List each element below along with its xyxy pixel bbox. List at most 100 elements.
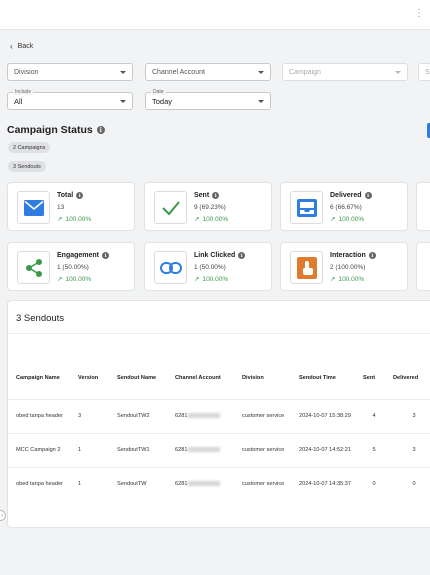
metric-percent-text: 100.00% <box>65 215 92 223</box>
metric-card-engagement: Engagement i 1 (50.00%) ↗ 100.00% <box>7 242 135 291</box>
metric-card-partial <box>416 242 430 291</box>
metric-title-text: Engagement <box>57 252 100 259</box>
metric-value: 6 (66.67%) <box>330 204 362 211</box>
chip-label: 3 Sendouts <box>13 163 41 170</box>
info-icon[interactable]: i <box>364 192 372 199</box>
column-header[interactable]: Division <box>234 359 291 399</box>
column-header[interactable]: Sendout Time <box>291 359 355 399</box>
table-row[interactable]: obed tanpa header 3 SendoutTW2 6281 cust… <box>8 398 430 433</box>
metric-title: Sent i <box>194 192 220 199</box>
table-row[interactable]: MCC Campaign 2 1 SendoutTW1 6281 custome… <box>8 432 430 467</box>
column-header[interactable]: Channel Account <box>167 359 234 399</box>
metric-title: Interaction i <box>330 252 376 259</box>
metric-value: 13 <box>57 204 65 211</box>
campaign-select[interactable]: Campaign <box>282 63 408 81</box>
metric-percent-text: 100.00% <box>202 215 229 223</box>
chevron-left-icon: ‹ <box>10 42 13 51</box>
account-prefix: 6281 <box>175 447 188 453</box>
cell-campaign: MCC Campaign 2 <box>8 432 70 467</box>
metric-percent-text: 100.00% <box>338 275 365 283</box>
metric-card-sent: Sent i 9 (69.23%) ↗ 100.00% <box>144 182 272 231</box>
cell-sendout: SendoutTW <box>109 466 167 501</box>
metric-card-interaction: Interaction i 2 (100.00%) ↗ 100.00% <box>280 242 408 291</box>
cell-sent: 5 <box>355 432 385 467</box>
metric-title-text: Sent <box>194 192 210 199</box>
info-icon[interactable]: i <box>102 252 110 259</box>
trend-up-icon: ↗ <box>57 276 63 283</box>
trend-up-icon: ↗ <box>194 216 200 223</box>
metric-title: Engagement i <box>57 252 110 259</box>
metric-value: 1 (50.00%) <box>57 264 89 271</box>
metric-percent: ↗ 100.00% <box>194 275 229 284</box>
chevron-down-icon <box>395 70 401 74</box>
metric-percent: ↗ 100.00% <box>330 215 364 224</box>
account-prefix: 6281 <box>175 481 188 488</box>
back-label: Back <box>17 43 34 50</box>
info-icon[interactable]: i <box>76 192 84 199</box>
metric-percent-text: 100.00% <box>202 275 229 283</box>
sendout-select[interactable]: S <box>418 63 430 81</box>
campaign-status-title: Campaign Status i <box>7 124 105 136</box>
sendouts-count-chip: 3 Sendouts <box>8 161 46 172</box>
tap-hand-icon <box>290 251 323 284</box>
chevron-down-icon <box>258 70 264 74</box>
inbox-tray-icon <box>290 191 323 224</box>
envelope-icon <box>17 191 50 224</box>
chevron-down-icon <box>120 70 126 74</box>
more-icon[interactable]: ⋮ <box>414 8 424 19</box>
campaign-placeholder: Campaign <box>289 68 321 76</box>
trend-up-icon: ↗ <box>194 276 200 283</box>
info-icon[interactable]: i <box>238 252 246 259</box>
date-select[interactable]: Date Today <box>145 89 271 110</box>
cell-account: 6281 <box>167 398 234 433</box>
column-header[interactable]: Delivered <box>385 359 430 399</box>
cell-division: customer service <box>234 432 291 467</box>
table-row[interactable]: obed tanpa header 1 SendoutTW 6281 custo… <box>8 466 430 501</box>
column-header[interactable]: Sent <box>355 359 385 399</box>
column-header[interactable]: Version <box>70 359 109 399</box>
metric-percent: ↗ 100.00% <box>330 275 365 284</box>
cell-sendout: SendoutTW2 <box>109 398 167 433</box>
cell-account: 6281 <box>167 432 234 467</box>
campaigns-count-chip: 2 Campaigns <box>8 142 51 153</box>
division-placeholder: Division <box>14 68 39 76</box>
cell-division: customer service <box>234 398 291 433</box>
cell-sent: 0 <box>355 466 385 501</box>
cell-campaign: obed tanpa header <box>8 398 70 433</box>
cell-account: 6281 <box>167 466 234 501</box>
column-header[interactable]: Campaign Name <box>8 359 70 399</box>
cell-delivered: 3 <box>385 398 430 433</box>
cell-time: 2024-10-07 14:52:21 <box>291 432 355 467</box>
info-icon[interactable]: i <box>96 126 105 134</box>
back-button[interactable]: ‹ Back <box>10 42 33 51</box>
divider <box>8 333 430 334</box>
metric-value: 1 (50.00%) <box>194 264 226 271</box>
metric-title: Total i <box>57 192 84 199</box>
metric-percent-text: 100.00% <box>65 275 92 283</box>
trend-up-icon: ↗ <box>330 276 336 283</box>
collapse-toggle-icon[interactable]: › <box>0 510 6 521</box>
channel-account-select[interactable]: Channel Account <box>145 63 271 81</box>
cell-version: 3 <box>70 398 109 433</box>
date-value: Today <box>152 96 173 106</box>
column-header[interactable]: Sendout Name <box>109 359 167 399</box>
include-select[interactable]: Include All <box>7 89 133 110</box>
metric-value: 2 (100.00%) <box>330 264 366 271</box>
trend-up-icon: ↗ <box>57 216 63 223</box>
metric-percent: ↗ 100.00% <box>194 215 229 224</box>
metric-title-text: Link Clicked <box>194 252 236 259</box>
info-icon[interactable]: i <box>368 252 376 259</box>
table-header-row: Campaign Name Version Sendout Name Chann… <box>8 359 430 399</box>
redacted-number <box>188 481 221 487</box>
metric-card-link-clicked: Link Clicked i 1 (50.00%) ↗ 100.00% <box>144 242 272 291</box>
chevron-down-icon <box>258 99 264 103</box>
metric-title: Delivered i <box>330 192 372 199</box>
info-icon[interactable]: i <box>212 192 220 199</box>
checkmark-icon <box>154 191 187 224</box>
division-select[interactable]: Division <box>7 63 133 81</box>
cell-campaign: obed tanpa header <box>8 466 70 501</box>
cell-delivered: 0 <box>385 466 430 501</box>
date-label: Date <box>151 89 166 95</box>
metric-percent: ↗ 100.00% <box>57 215 92 224</box>
cell-version: 1 <box>70 466 109 501</box>
